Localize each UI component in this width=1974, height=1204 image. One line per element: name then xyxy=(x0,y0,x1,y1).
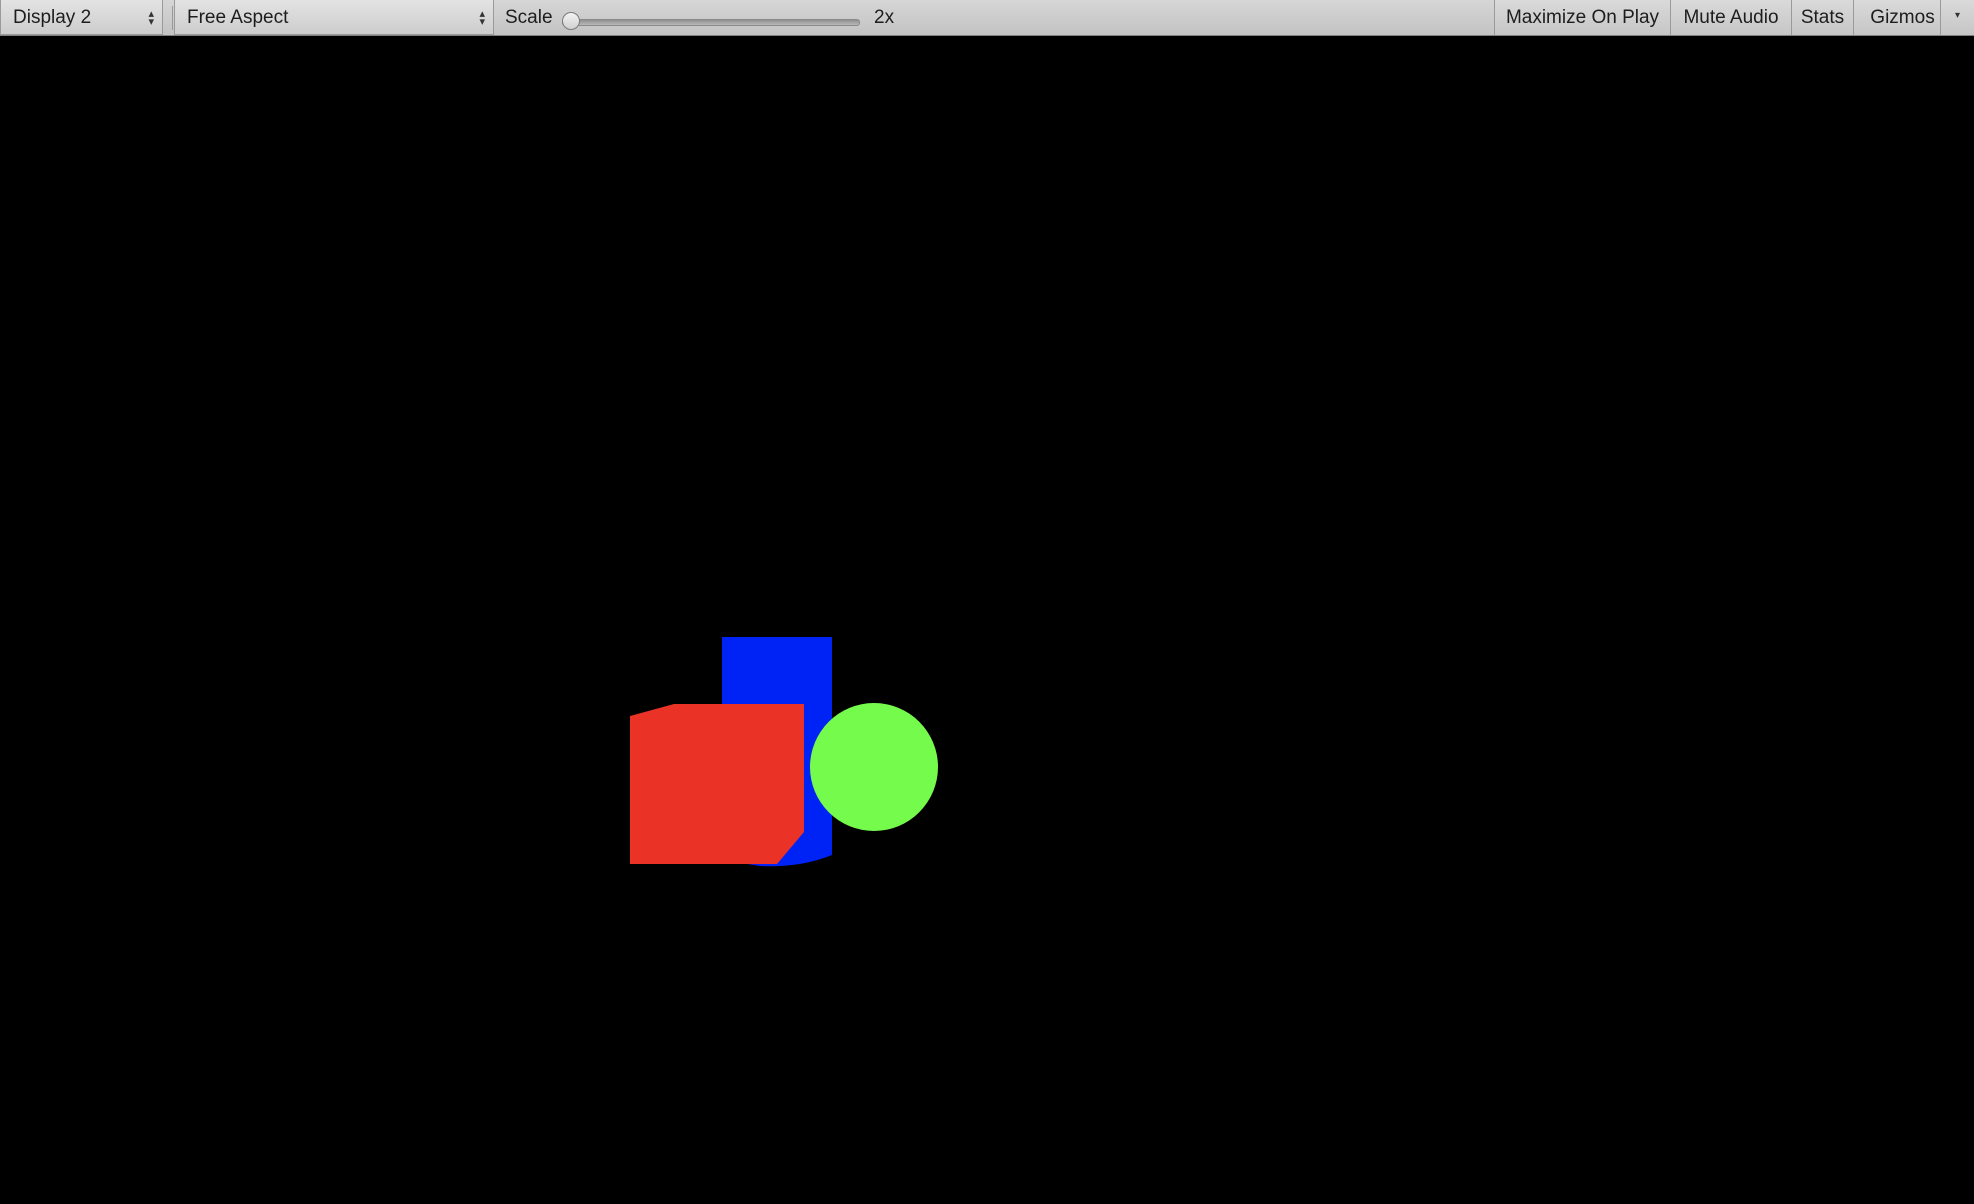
updown-arrows-icon: ▴ ▾ xyxy=(148,8,154,28)
display-dropdown-label: Display 2 xyxy=(13,7,92,28)
stats-button[interactable]: Stats xyxy=(1791,0,1853,35)
maximize-on-play-button[interactable]: Maximize On Play xyxy=(1494,0,1670,35)
scale-value: 2x xyxy=(874,7,895,28)
mute-audio-button[interactable]: Mute Audio xyxy=(1670,0,1791,35)
updown-arrows-icon: ▴ ▾ xyxy=(479,8,485,28)
gizmos-button[interactable]: Gizmos xyxy=(1853,0,1951,35)
red-cube xyxy=(630,704,804,864)
gizmos-dropdown-arrow-icon[interactable]: ▾ xyxy=(1940,0,1974,35)
game-view-window: Display 2 ▴ ▾ Free Aspect ▴ ▾ Scale 2x Max… xyxy=(0,0,1974,1204)
scale-slider-track[interactable] xyxy=(562,19,860,26)
display-dropdown[interactable]: Display 2 ▴ ▾ xyxy=(0,0,163,35)
game-view-toolbar: Display 2 ▴ ▾ Free Aspect ▴ ▾ Scale 2x Max… xyxy=(0,0,1974,36)
scale-slider-thumb[interactable] xyxy=(562,12,580,30)
game-viewport[interactable] xyxy=(0,36,1974,1204)
toolbar-separator xyxy=(172,6,173,30)
green-sphere xyxy=(810,703,938,831)
scale-label: Scale xyxy=(505,7,553,28)
aspect-dropdown-label: Free Aspect xyxy=(187,7,289,28)
aspect-dropdown[interactable]: Free Aspect ▴ ▾ xyxy=(174,0,494,35)
scene-render xyxy=(630,637,938,867)
